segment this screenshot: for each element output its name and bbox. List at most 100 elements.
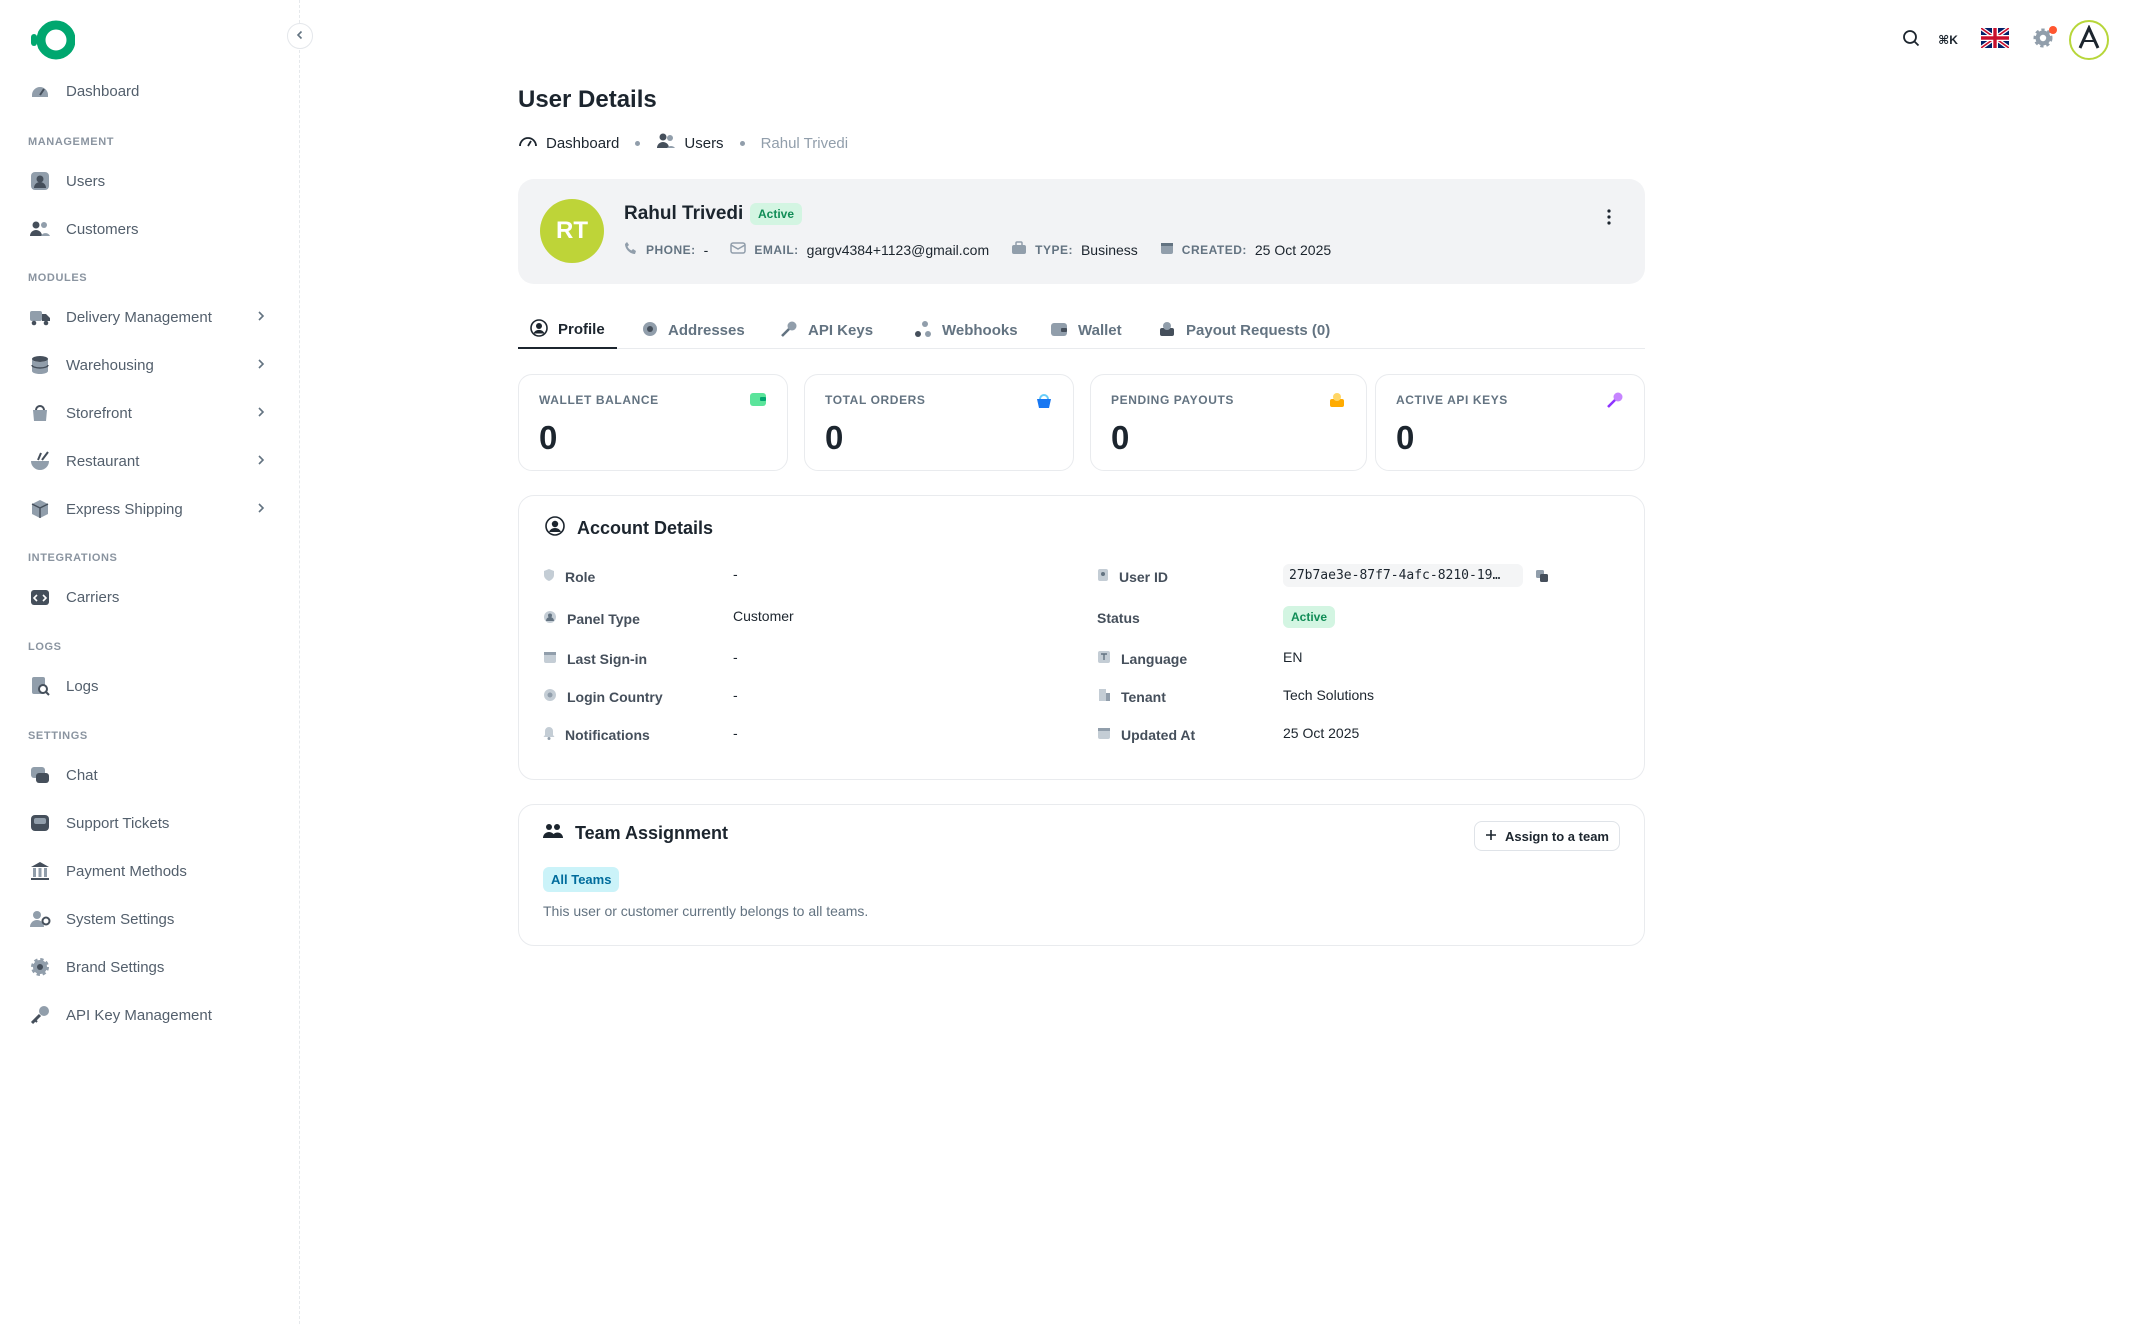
- copy-icon[interactable]: [1535, 569, 1549, 587]
- dashboard-icon: [518, 133, 538, 153]
- dashboard-icon: [29, 80, 51, 102]
- login-country-label: Login Country: [543, 688, 663, 705]
- ticket-icon: [29, 812, 51, 834]
- sidebar-item-express-shipping[interactable]: Express Shipping: [16, 487, 284, 531]
- sidebar-item-users[interactable]: Users: [16, 159, 284, 203]
- sidebar-item-carriers[interactable]: Carriers: [16, 575, 284, 619]
- users-icon: [656, 132, 676, 154]
- role-value: -: [733, 566, 738, 582]
- tab-api-keys-label: API Keys: [808, 322, 874, 339]
- briefcase-icon: [1011, 241, 1027, 258]
- stat-value: 0: [1111, 419, 1130, 456]
- panel-type-label: Panel Type: [543, 610, 640, 627]
- settings-button[interactable]: [2023, 20, 2063, 60]
- sidebar-item-label: Payment Methods: [66, 862, 187, 880]
- sidebar-item-label: Support Tickets: [66, 814, 170, 832]
- status-badge: Active: [1283, 606, 1336, 628]
- brand-logo[interactable]: [27, 18, 76, 62]
- sidebar-item-dashboard[interactable]: Dashboard: [16, 69, 284, 113]
- panel-type-label-text: Panel Type: [567, 610, 640, 627]
- tab-api-keys[interactable]: API Keys: [768, 312, 885, 349]
- calendar-icon: [1160, 241, 1174, 258]
- cash-icon: [1158, 321, 1176, 341]
- location-icon: [543, 688, 557, 705]
- updated-at-label-text: Updated At: [1121, 726, 1196, 743]
- user-circle-icon: [543, 610, 557, 627]
- sidebar-item-chat[interactable]: Chat: [16, 753, 284, 797]
- warehouse-icon: [29, 354, 51, 376]
- user-id-label-text: User ID: [1119, 568, 1169, 585]
- email-label: EMAIL:: [754, 242, 799, 257]
- phone-label: PHONE:: [646, 242, 696, 257]
- calendar-icon: [543, 650, 557, 667]
- language-value: EN: [1283, 649, 1303, 665]
- stat-label: ACTIVE API KEYS: [1396, 393, 1508, 407]
- tab-payout-requests[interactable]: Payout Requests (0): [1146, 312, 1342, 349]
- sidebar-item-restaurant[interactable]: Restaurant: [16, 439, 284, 483]
- sidebar-item-delivery[interactable]: Delivery Management: [16, 295, 284, 339]
- search-button[interactable]: [1891, 20, 1931, 60]
- sidebar-item-logs[interactable]: Logs: [16, 664, 284, 708]
- page-title: User Details: [518, 86, 657, 113]
- box-icon: [29, 498, 51, 520]
- language-label: Language: [1097, 650, 1187, 667]
- breadcrumb-users-label: Users: [684, 134, 724, 152]
- all-teams-chip: All Teams: [543, 867, 620, 892]
- team-description: This user or customer currently belongs …: [543, 903, 869, 919]
- role-label-text: Role: [565, 568, 596, 585]
- user-name: Rahul Trivedi: [624, 203, 744, 224]
- sidebar-item-storefront[interactable]: Storefront: [16, 391, 284, 435]
- breadcrumb-users[interactable]: Users: [656, 132, 724, 154]
- sidebar-item-warehousing[interactable]: Warehousing: [16, 343, 284, 387]
- translate-icon: [1097, 650, 1111, 667]
- user-summary-card: RT Rahul Trivedi Active PHONE: - EMAIL: …: [518, 179, 1645, 284]
- topbar-actions: ⌘K: [1891, 20, 2109, 60]
- tab-addresses[interactable]: Addresses: [630, 312, 757, 349]
- sidebar-item-api-key-management[interactable]: API Key Management: [16, 993, 284, 1037]
- more-options-button[interactable]: [1597, 207, 1621, 231]
- sidebar-item-brand-settings[interactable]: Brand Settings: [16, 945, 284, 989]
- breadcrumb-dashboard[interactable]: Dashboard: [518, 133, 619, 153]
- logs-icon: [29, 675, 51, 697]
- sidebar-item-payment-methods[interactable]: Payment Methods: [16, 849, 284, 893]
- uk-flag-icon: [1979, 26, 2011, 52]
- type-label: TYPE:: [1035, 242, 1073, 257]
- panel-type-value: Customer: [733, 608, 794, 624]
- account-details-card: Account Details Role - Panel Type Custom…: [518, 495, 1645, 780]
- collapse-sidebar-button[interactable]: [287, 23, 313, 49]
- account-details-title-text: Account Details: [577, 518, 714, 538]
- phone-group: PHONE: -: [624, 241, 708, 258]
- stat-total-orders: TOTAL ORDERS 0: [804, 374, 1074, 471]
- chat-icon: [29, 764, 51, 786]
- login-country-value: -: [733, 687, 738, 703]
- assign-to-team-label: Assign to a team: [1504, 828, 1609, 844]
- sidebar-item-support-tickets[interactable]: Support Tickets: [16, 801, 284, 845]
- stat-label: PENDING PAYOUTS: [1111, 393, 1235, 407]
- chevron-right-icon: [254, 405, 268, 423]
- stat-value: 0: [825, 419, 844, 456]
- tab-profile[interactable]: Profile: [518, 312, 617, 349]
- id-badge-icon: [1097, 568, 1109, 585]
- sidebar-item-label: Carriers: [66, 588, 120, 606]
- tab-addresses-label: Addresses: [668, 322, 745, 339]
- language-button[interactable]: [1975, 20, 2015, 60]
- stat-label: TOTAL ORDERS: [825, 393, 926, 407]
- phone-icon: [624, 241, 638, 258]
- sidebar-item-customers[interactable]: Customers: [16, 207, 284, 251]
- tab-wallet[interactable]: Wallet: [1038, 312, 1134, 349]
- notifications-label: Notifications: [543, 726, 650, 743]
- sidebar-item-system-settings[interactable]: System Settings: [16, 897, 284, 941]
- user-circle-icon: [530, 318, 548, 341]
- created-value: 25 Oct 2025: [1254, 241, 1332, 258]
- section-integrations: INTEGRATIONS: [28, 552, 118, 564]
- last-signin-label: Last Sign-in: [543, 650, 647, 667]
- stat-wallet-balance: WALLET BALANCE 0: [518, 374, 788, 471]
- assign-to-team-button[interactable]: Assign to a team: [1473, 821, 1620, 851]
- notification-dot: [2049, 26, 2057, 34]
- language-label-text: Language: [1121, 650, 1188, 667]
- webhook-icon: [914, 320, 932, 342]
- account-avatar[interactable]: [2069, 20, 2109, 60]
- tab-webhooks[interactable]: Webhooks: [902, 312, 1030, 349]
- search-icon: [1902, 29, 1920, 51]
- stat-pending-payouts: PENDING PAYOUTS 0: [1090, 374, 1367, 471]
